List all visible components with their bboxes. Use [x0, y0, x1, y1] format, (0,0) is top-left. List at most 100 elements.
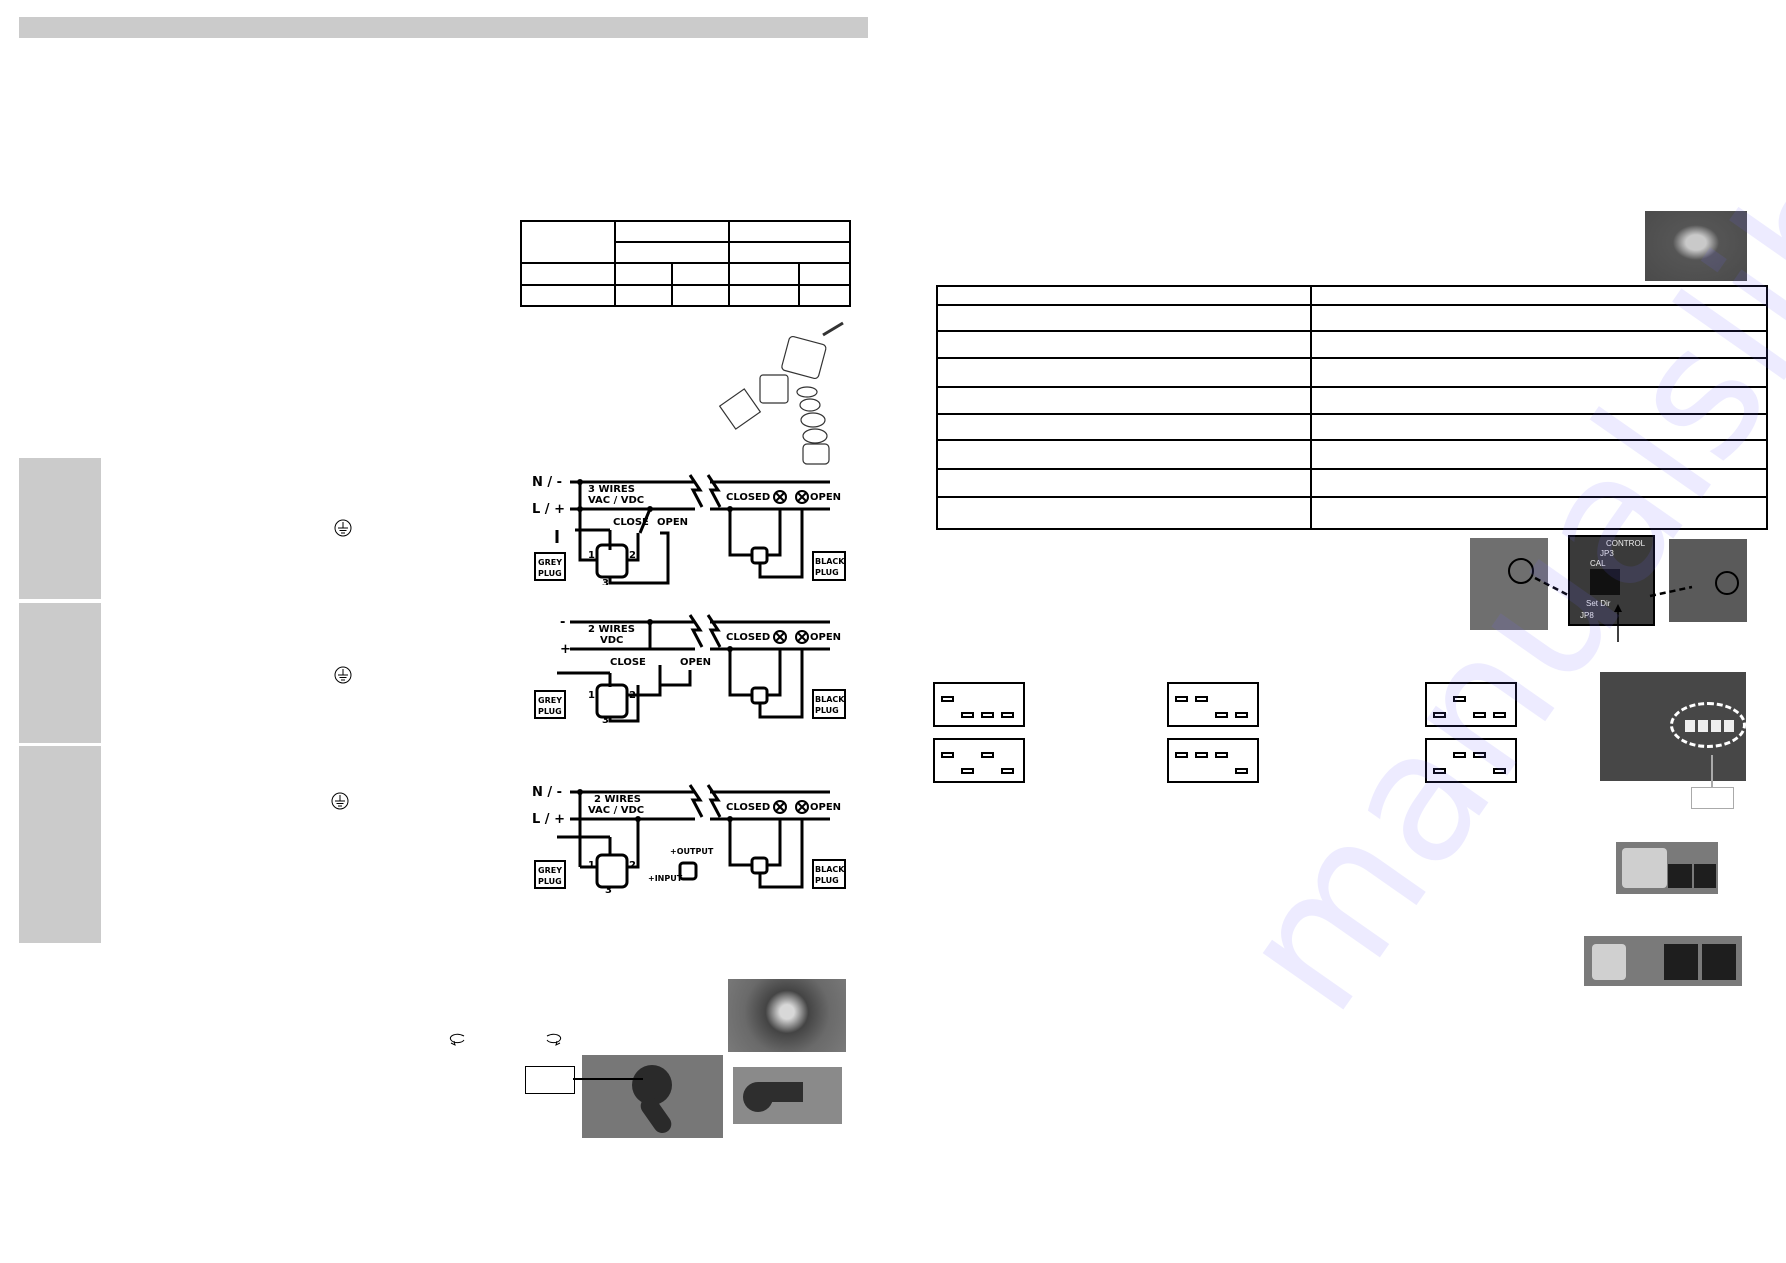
settings-cell [936, 439, 1312, 470]
manual-override-photo [582, 1055, 723, 1138]
grey-plug-label: PLUG [538, 877, 562, 886]
spec-table [520, 220, 851, 307]
callout-arrow [573, 1078, 643, 1080]
spec-cell [520, 262, 616, 286]
open-lamp-label: OPEN [810, 632, 841, 643]
open-lamp-label: OPEN [810, 492, 841, 503]
grey-plug-label: GREY [538, 558, 562, 567]
supply-top-label: N / - [532, 785, 562, 800]
dip-callout-box [1691, 787, 1734, 809]
close-label: CLOSE [610, 657, 646, 668]
dip-lever [1711, 720, 1721, 732]
settings-cell [1310, 356, 1768, 389]
spec-cell [798, 284, 851, 307]
settings-cell [936, 412, 1312, 442]
relay-input-label: +INPUT [648, 874, 683, 883]
side-tab-1 [19, 458, 101, 599]
grey-plug-label: GREY [538, 696, 562, 705]
dip-switch-3-on [981, 752, 994, 758]
spec-cell [728, 220, 851, 243]
spec-cell [614, 262, 673, 286]
connector-housing-drawing [781, 335, 827, 380]
dip-switch-box [1167, 738, 1259, 783]
pin-2-label: 2 [629, 550, 636, 561]
dip-switch-1-off [1433, 768, 1446, 774]
open-lamp-label: OPEN [810, 802, 841, 813]
spec-cell [520, 284, 616, 307]
closed-lamp-label: CLOSED [726, 632, 770, 643]
settings-table-row [936, 496, 1768, 530]
gasket-drawing [718, 388, 762, 430]
dip-switch-4-off [1235, 712, 1248, 718]
section-header-bar [19, 17, 868, 38]
pcb-callout-lines [1534, 576, 1693, 642]
dip-switch-3-on [1473, 752, 1486, 758]
close-label: CLOSE [613, 517, 649, 528]
black-plug-label: BLACK [815, 865, 845, 874]
dip-switch-2-on [1195, 752, 1208, 758]
settings-cell [1310, 439, 1768, 470]
dip-switch-2-on [1453, 752, 1466, 758]
dip-switch-box [933, 738, 1025, 783]
black-plug-label: PLUG [815, 706, 839, 715]
settings-table-row [936, 439, 1768, 470]
dip-lever [1685, 720, 1695, 732]
settings-cell [936, 386, 1312, 415]
dip-switch-1-on [1175, 696, 1188, 702]
pin-1-label: 1 [588, 550, 595, 561]
spec-cell [728, 284, 800, 307]
spec-cell [614, 284, 673, 307]
settings-table-row [936, 356, 1768, 389]
open-label: OPEN [657, 517, 688, 528]
black-plug-label: BLACK [815, 695, 845, 704]
settings-cell [1310, 330, 1768, 359]
supply-top-label: N / - [532, 475, 562, 490]
closed-lamp-label: CLOSED [726, 802, 770, 813]
dip-switch-1-on [941, 752, 954, 758]
relay-output-label: +OUTPUT [670, 847, 714, 856]
settings-cell [1310, 496, 1768, 530]
override-callout-box [525, 1066, 575, 1094]
dip-switch-3-off [981, 712, 994, 718]
dip-switch-box [1425, 738, 1517, 783]
connector-exploded-drawing [718, 321, 844, 465]
settings-cell [1310, 467, 1768, 499]
dip-switch-box [933, 682, 1025, 727]
open-label: OPEN [680, 657, 711, 668]
spec-cell [614, 241, 730, 264]
dip-switch-2-off [961, 712, 974, 718]
dome-indicator-photo [728, 979, 846, 1052]
wires-voltage-label: VAC / VDC [588, 805, 644, 816]
dip-switch-3-off [1215, 712, 1228, 718]
dip-switch-box [1167, 682, 1259, 727]
supply-bottom-label: L / + [532, 502, 565, 517]
dip-switch-1-on [941, 696, 954, 702]
protective-earth-icon [334, 666, 352, 684]
dip-switch-4-off [1493, 768, 1506, 774]
rotate-clockwise-icon [546, 1033, 562, 1046]
wiring-diagram-3-wire: N / - L / + 3 WIRES VAC / VDC CLOSE OPEN… [532, 474, 846, 585]
protective-earth-icon [331, 792, 349, 810]
wiring-diagram-2-wire-vdc: - + 2 WIRES VDC CLOSE OPEN CLOSED OPEN 1… [534, 614, 846, 723]
settings-table-row [936, 386, 1768, 415]
pin-2-label: 2 [629, 860, 636, 871]
grey-plug-label: PLUG [538, 569, 562, 578]
side-tab-2 [19, 603, 101, 743]
settings-table-row [936, 412, 1768, 442]
pin-1-label: 1 [588, 860, 595, 871]
dip-switch-2-on [1453, 696, 1466, 702]
dip-switch-3-on [1215, 752, 1228, 758]
settings-cell [936, 304, 1312, 333]
dip-switch-4-off [1001, 712, 1014, 718]
spec-cell [671, 284, 730, 307]
lever-closeup-photo [733, 1067, 842, 1124]
pin-3-label: 3 [602, 715, 609, 723]
side-tab-3 [19, 746, 101, 943]
settings-cell [1310, 412, 1768, 442]
pin-3-label: 3 [605, 885, 612, 893]
grey-plug-socket [1622, 848, 1667, 888]
settings-cell [936, 330, 1312, 359]
black-plug-socket [1702, 944, 1736, 980]
supply-top-label: - [560, 615, 565, 630]
dip-callout-line [1711, 755, 1713, 787]
